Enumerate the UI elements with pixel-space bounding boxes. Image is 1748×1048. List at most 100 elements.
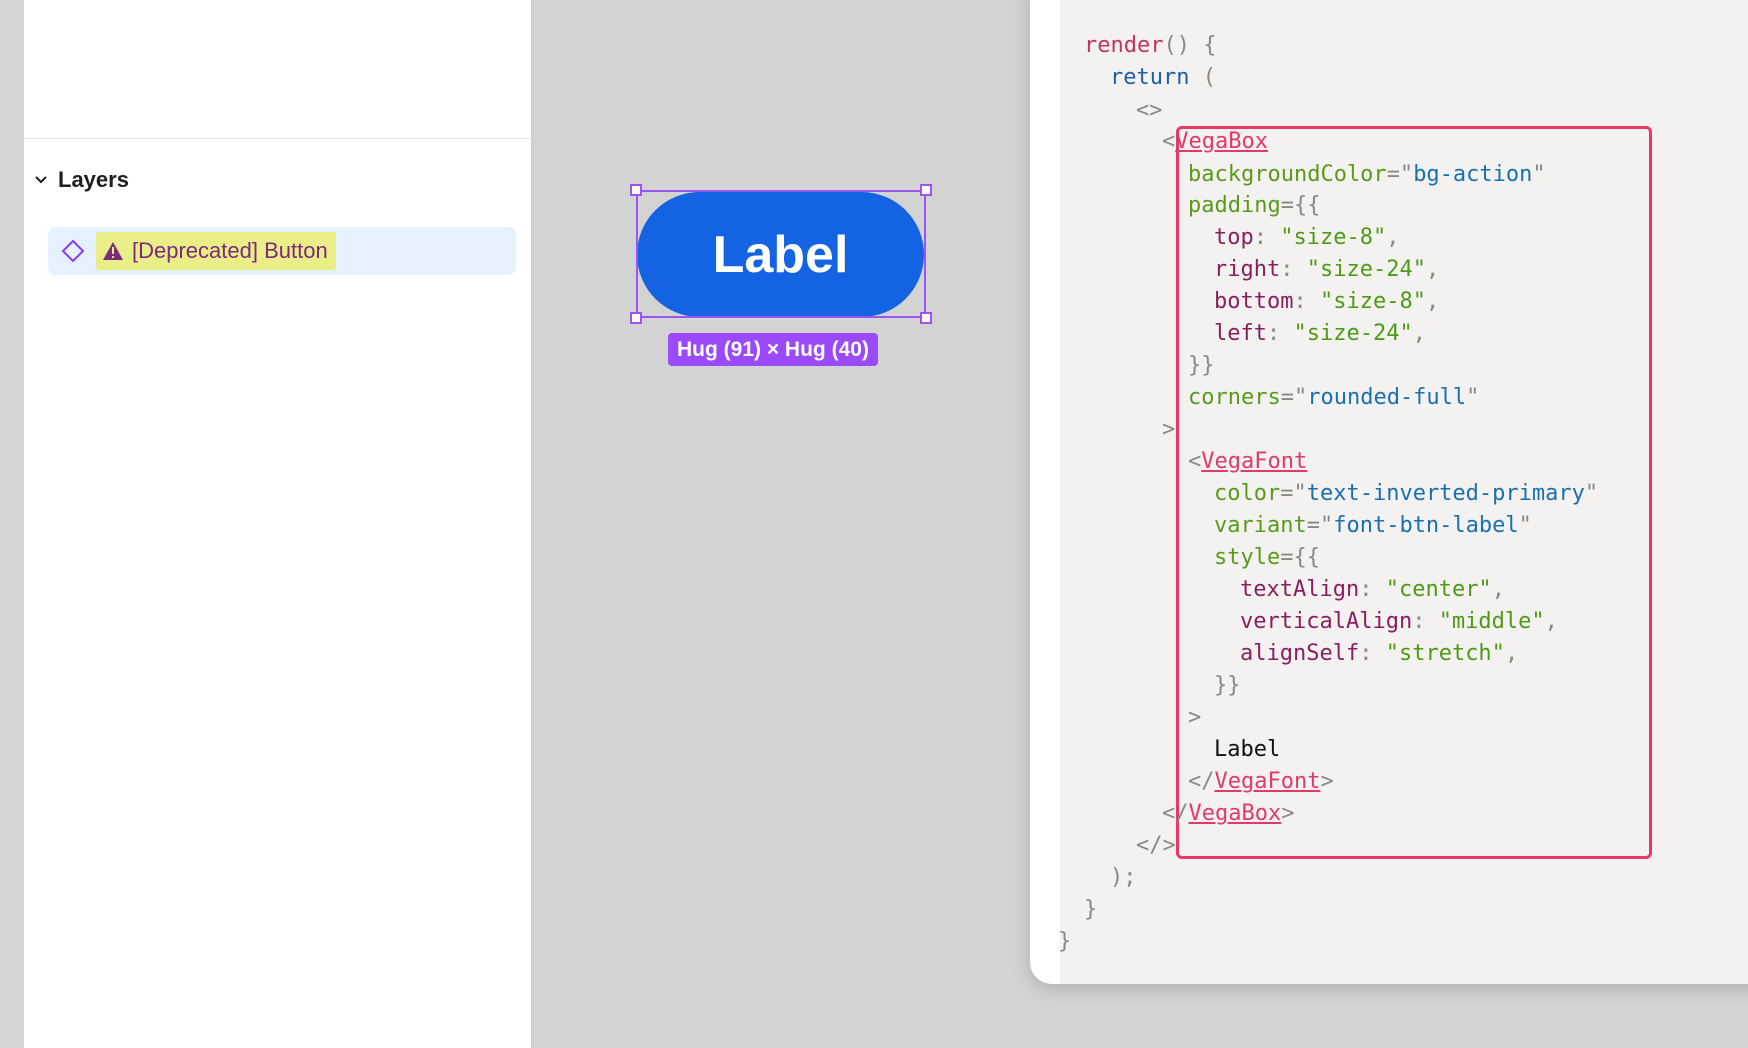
code-token: "size-24" (1293, 321, 1413, 346)
code-line: verticalAlign: "middle", (1240, 606, 1558, 638)
code-token: " (1532, 162, 1546, 187)
code-token: : (1359, 641, 1386, 666)
code-token: " (1518, 513, 1532, 538)
code-token: , (1425, 257, 1440, 282)
code-line: }} (1214, 670, 1241, 702)
code-token: }} (1188, 353, 1215, 378)
size-tag: Hug (91) × Hug (40) (668, 333, 878, 366)
code-line: alignSelf: "stretch", (1240, 638, 1518, 670)
code-token: : (1253, 225, 1281, 250)
code-line: Label (1214, 734, 1280, 766)
component-diamond-icon (60, 238, 86, 264)
code-token: top (1214, 225, 1254, 250)
code-token: : (1280, 257, 1307, 282)
code-token: bottom (1214, 289, 1294, 314)
deprecated-badge: [Deprecated] Button (96, 232, 336, 270)
code-token: : (1359, 577, 1386, 602)
code-token: ={{ (1280, 193, 1321, 218)
code-token: VegaBox (1175, 129, 1268, 154)
code-token: "size-24" (1306, 257, 1426, 282)
code-token: , (1491, 577, 1505, 602)
code-token: () { (1163, 33, 1217, 58)
code-token: textAlign (1240, 577, 1360, 602)
code-line: backgroundColor="bg-action" (1188, 159, 1546, 191)
warning-triangle-icon (102, 241, 124, 261)
resize-handle-bottom-left[interactable] (630, 312, 642, 324)
code-line: corners="rounded-full" (1188, 382, 1479, 414)
left-edge-strip (0, 0, 24, 1048)
selection-frame (636, 190, 926, 318)
code-token: , (1386, 225, 1400, 250)
code-token: "size-8" (1280, 225, 1387, 250)
code-token: ); (1110, 865, 1137, 890)
code-line: style={{ (1214, 542, 1320, 574)
code-token: } (1084, 897, 1098, 922)
code-line: }} (1188, 350, 1215, 382)
code-token: > (1320, 769, 1334, 794)
code-line: </> (1136, 830, 1176, 862)
code-line: bottom: "size-8", (1214, 286, 1439, 318)
panel-divider (24, 138, 532, 139)
code-token: padding (1188, 193, 1281, 218)
code-token: text-inverted-primary (1306, 481, 1585, 506)
code-token: bg-action (1413, 162, 1533, 187)
code-token: , (1544, 609, 1558, 634)
code-token: > (1188, 705, 1202, 730)
layer-name: [Deprecated] Button (132, 238, 328, 263)
code-token: " (1584, 481, 1599, 506)
code-token: VegaBox (1188, 801, 1282, 826)
layers-panel: Layers [Deprecated] Button (24, 0, 532, 1048)
chevron-down-icon[interactable] (34, 173, 48, 187)
code-token: style (1214, 545, 1281, 570)
code-token: VegaFont (1214, 769, 1321, 794)
code-token: ={{ (1280, 545, 1320, 570)
code-line: return ( (1110, 62, 1216, 94)
code-line: left: "size-24", (1214, 318, 1426, 350)
code-line: top: "size-8", (1214, 222, 1399, 254)
code-token: =" (1280, 481, 1307, 506)
code-token: VegaFont (1201, 449, 1308, 474)
code-line: } (1084, 894, 1097, 926)
resize-handle-top-right[interactable] (920, 184, 932, 196)
code-line: <VegaBox (1162, 126, 1268, 158)
code-token: < (1162, 129, 1176, 154)
resize-handle-bottom-right[interactable] (920, 312, 932, 324)
code-token: font-btn-label (1333, 513, 1519, 538)
code-line: > (1162, 414, 1175, 446)
code-token: "size-8" (1319, 289, 1426, 314)
code-token: rounded-full (1307, 385, 1467, 410)
code-token: color (1214, 481, 1281, 506)
code-token: </ (1162, 801, 1189, 826)
code-line: </VegaBox> (1162, 798, 1294, 830)
code-token: =" (1280, 385, 1308, 410)
layer-row-deprecated-button[interactable]: [Deprecated] Button (48, 227, 516, 275)
layers-header[interactable]: Layers (34, 166, 129, 194)
code-token: < (1188, 449, 1202, 474)
code-token: > (1162, 417, 1176, 442)
code-line: right: "size-24", (1214, 254, 1439, 286)
code-line: padding={{ (1188, 190, 1320, 222)
code-token: render (1084, 33, 1164, 58)
code-token: }} (1214, 673, 1241, 698)
code-token: </ (1188, 769, 1215, 794)
code-token: verticalAlign (1240, 609, 1413, 634)
resize-handle-top-left[interactable] (630, 184, 642, 196)
code-token: <> (1136, 98, 1163, 123)
code-token: > (1281, 801, 1295, 826)
code-token: =" (1386, 162, 1414, 187)
code-token: "center" (1385, 577, 1492, 602)
code-token: backgroundColor (1188, 162, 1387, 187)
code-line: render() { (1084, 30, 1216, 62)
code-token: corners (1188, 385, 1281, 410)
code-token: , (1504, 641, 1519, 666)
code-token: left (1214, 321, 1267, 346)
code-token: return (1110, 65, 1190, 90)
layers-title: Layers (58, 167, 129, 192)
code-token: : (1412, 609, 1439, 634)
code-line: <VegaFont (1188, 446, 1307, 478)
code-token: "middle" (1438, 609, 1545, 634)
code-token: : (1266, 321, 1294, 346)
code-token: ( (1189, 65, 1216, 90)
code-token: =" (1306, 513, 1334, 538)
code-line: color="text-inverted-primary" (1214, 478, 1598, 510)
